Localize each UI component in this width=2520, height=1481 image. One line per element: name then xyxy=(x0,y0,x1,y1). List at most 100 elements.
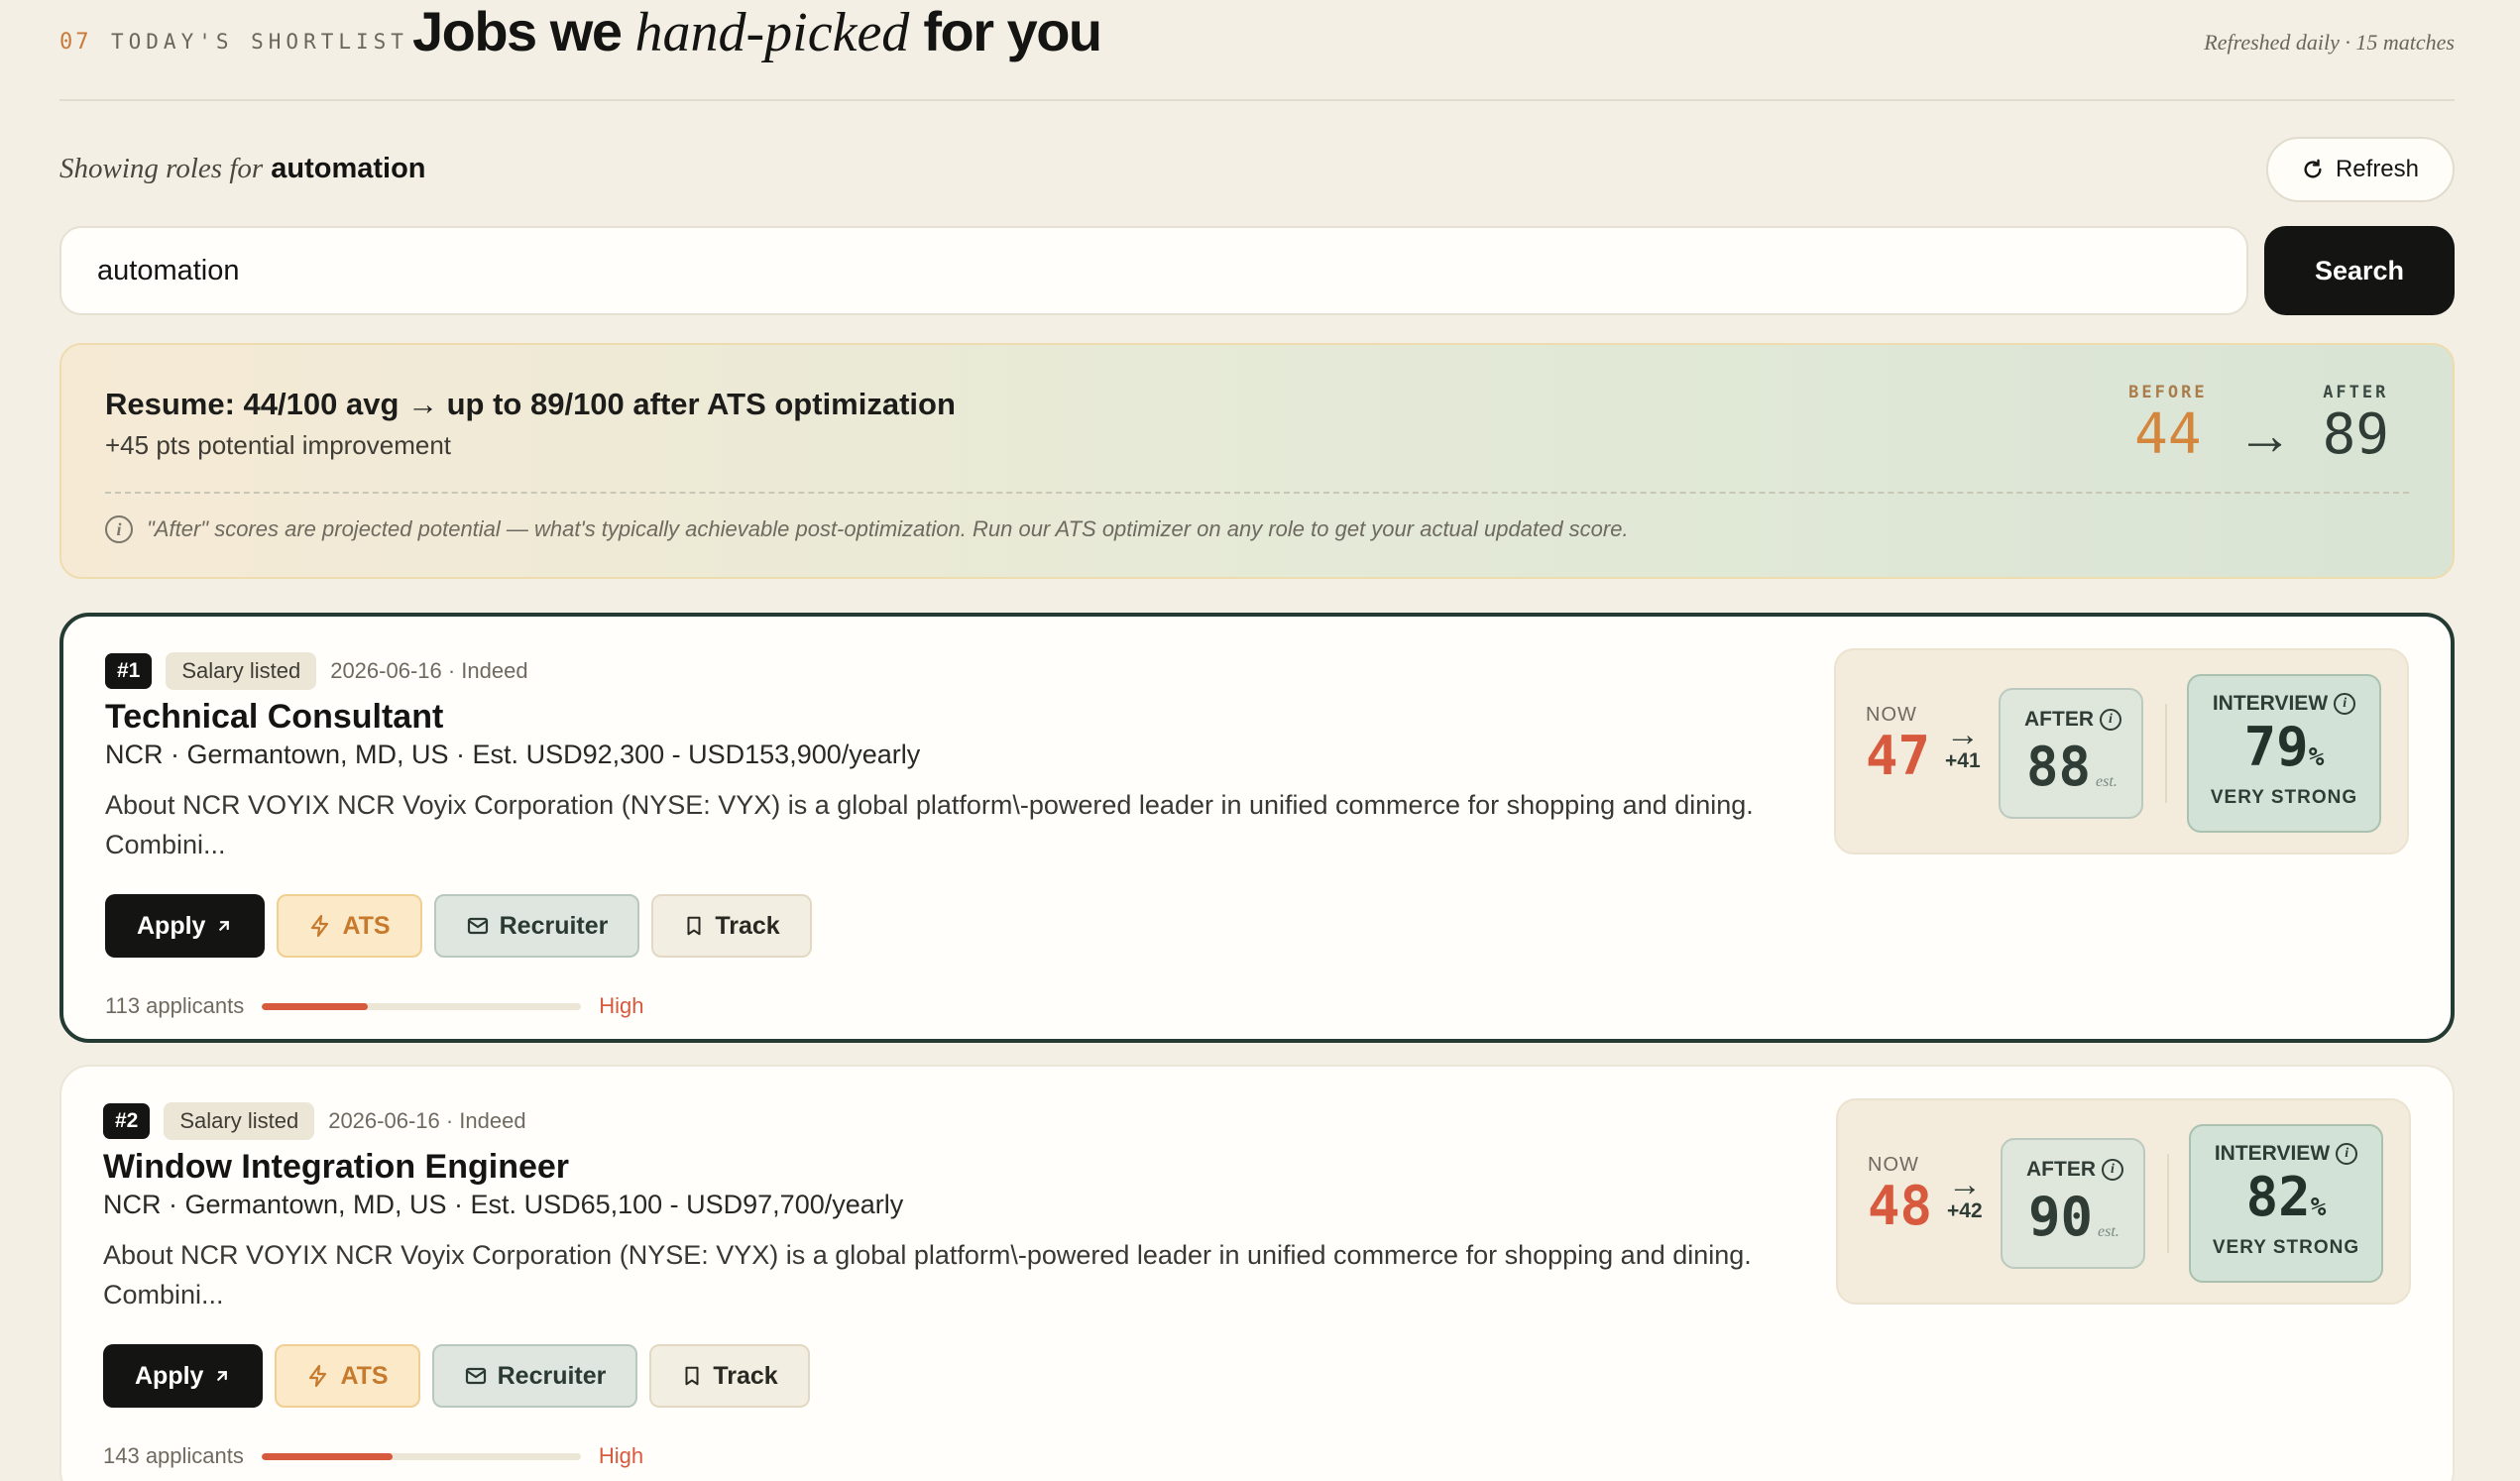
job-card[interactable]: #1 Salary listed 2026-06-16 · Indeed Tec… xyxy=(59,613,2455,1043)
posted-source: 2026-06-16 · Indeed xyxy=(330,658,528,683)
ats-button[interactable]: ATS xyxy=(275,1344,420,1408)
job-company-location-salary: NCR · Germantown, MD, US · Est. USD65,10… xyxy=(103,1190,904,1219)
track-label: Track xyxy=(715,911,780,940)
competition-bar-fill xyxy=(261,1452,393,1460)
query-term: automation xyxy=(271,153,426,184)
recruiter-button[interactable]: Recruiter xyxy=(431,1344,638,1408)
track-button[interactable]: Track xyxy=(651,894,812,958)
refresh-status: Refreshed daily · 15 matches xyxy=(2204,30,2455,55)
query-summary: Showing roles for automation xyxy=(59,153,426,185)
applicant-count: 143 applicants xyxy=(103,1443,244,1468)
estimate-label: est. xyxy=(2098,1223,2119,1240)
before-after-scores: BEFORE 44 → AFTER 89 xyxy=(2128,383,2389,466)
applicant-competition: 113 applicants High xyxy=(105,993,644,1019)
delta-value: +41 xyxy=(1945,749,1981,772)
bookmark-icon xyxy=(687,916,701,936)
apply-button[interactable]: Apply xyxy=(103,1344,264,1408)
interview-chance-box: INTERVIEW i 79% VERY STRONG xyxy=(2187,674,2381,833)
rank-badge: #1 xyxy=(105,653,153,689)
info-icon[interactable]: i xyxy=(2100,709,2121,731)
score-delta: → +42 xyxy=(1947,1166,1983,1223)
mail-icon xyxy=(465,1367,486,1385)
resume-score-title: Resume: 44/100 avg → up to 89/100 after … xyxy=(105,387,956,421)
track-button[interactable]: Track xyxy=(649,1344,810,1408)
arrow-right-icon: → xyxy=(1945,716,1980,753)
job-meta: #1 Salary listed 2026-06-16 · Indeed xyxy=(105,652,528,690)
divider xyxy=(2165,704,2167,803)
projection-note: i "After" scores are projected potential… xyxy=(105,515,1629,543)
search-input[interactable] xyxy=(59,226,2248,315)
track-label: Track xyxy=(713,1361,778,1390)
job-card[interactable]: #2 Salary listed 2026-06-16 · Indeed Win… xyxy=(59,1065,2455,1481)
ats-label: ATS xyxy=(340,1361,389,1390)
competition-bar xyxy=(261,1452,581,1460)
competition-level: High xyxy=(598,1443,644,1468)
info-icon[interactable]: i xyxy=(2334,693,2356,715)
before-score: 44 xyxy=(2134,402,2202,467)
interview-strength: VERY STRONG xyxy=(2210,787,2358,808)
now-score: NOW 48 xyxy=(1868,1154,1932,1236)
recruiter-label: Recruiter xyxy=(497,1361,607,1390)
applicant-competition: 143 applicants High xyxy=(103,1443,643,1469)
salary-badge: Salary listed xyxy=(164,1102,315,1140)
job-company-location-salary: NCR · Germantown, MD, US · Est. USD92,30… xyxy=(105,740,921,769)
external-link-icon xyxy=(217,1371,228,1381)
section-number: 07 xyxy=(59,30,92,55)
apply-label: Apply xyxy=(137,911,206,940)
info-icon[interactable]: i xyxy=(2102,1159,2123,1181)
divider xyxy=(2167,1154,2169,1253)
job-title[interactable]: Technical Consultant xyxy=(105,698,443,737)
job-title[interactable]: Window Integration Engineer xyxy=(103,1148,569,1187)
salary-badge: Salary listed xyxy=(166,652,317,690)
refresh-icon xyxy=(2304,159,2322,178)
bookmark-icon xyxy=(685,1366,699,1386)
apply-button[interactable]: Apply xyxy=(105,894,266,958)
job-description: About NCR VOYIX NCR Voyix Corporation (N… xyxy=(105,790,1754,859)
now-value: 47 xyxy=(1866,725,1931,787)
divider xyxy=(105,492,2409,494)
recruiter-label: Recruiter xyxy=(499,911,609,940)
before-label: BEFORE xyxy=(2128,383,2208,402)
interview-label: INTERVIEW i xyxy=(2213,692,2356,716)
score-delta: → +41 xyxy=(1945,716,1981,773)
external-link-icon xyxy=(219,921,230,931)
after-value: 88 xyxy=(2026,736,2092,798)
match-score-panel: NOW 48 → +42 AFTER i 90 est. INTERVIEW i 8… xyxy=(1836,1098,2411,1305)
section-tag: TODAY'S SHORTLIST xyxy=(111,30,408,54)
estimate-label: est. xyxy=(2096,773,2118,790)
ats-label: ATS xyxy=(342,911,391,940)
recruiter-button[interactable]: Recruiter xyxy=(433,894,640,958)
ats-button[interactable]: ATS xyxy=(277,894,422,958)
applicant-count: 113 applicants xyxy=(105,993,245,1018)
delta-value: +42 xyxy=(1947,1199,1983,1222)
job-description: About NCR VOYIX NCR Voyix Corporation (N… xyxy=(103,1240,1752,1310)
job-actions: Apply ATS Recruiter Track xyxy=(103,1344,810,1408)
interview-strength: VERY STRONG xyxy=(2212,1237,2360,1258)
apply-label: Apply xyxy=(135,1361,204,1390)
title-accent: hand-picked xyxy=(634,2,910,63)
resume-score-banner: Resume: 44/100 avg → up to 89/100 after … xyxy=(59,343,2455,579)
rank-badge: #2 xyxy=(103,1103,151,1139)
posted-source: 2026-06-16 · Indeed xyxy=(328,1108,526,1133)
match-score-panel: NOW 47 → +41 AFTER i 88 est. INTERVIEW i 7… xyxy=(1834,648,2409,854)
refresh-button[interactable]: Refresh xyxy=(2266,137,2455,202)
after-label: AFTER i xyxy=(2024,708,2121,732)
interview-chance-box: INTERVIEW i 82% VERY STRONG xyxy=(2189,1124,2383,1283)
info-icon[interactable]: i xyxy=(2336,1143,2358,1165)
after-score-box: AFTER i 88 est. xyxy=(1999,688,2143,819)
now-score: NOW 47 xyxy=(1866,704,1930,786)
after-value: 90 xyxy=(2028,1186,2094,1248)
competition-bar-fill xyxy=(262,1002,368,1010)
job-meta: #2 Salary listed 2026-06-16 · Indeed xyxy=(103,1102,526,1140)
lightning-icon xyxy=(309,1364,327,1388)
competition-level: High xyxy=(599,993,644,1018)
interview-label: INTERVIEW i xyxy=(2215,1142,2358,1166)
page-header: 07 TODAY'S SHORTLIST Jobs we hand-picked… xyxy=(59,0,2455,101)
search-button[interactable]: Search xyxy=(2264,226,2455,315)
interview-value: 82% xyxy=(2245,1166,2327,1228)
arrow-right-icon: → xyxy=(1947,1166,1982,1203)
page-title: Jobs we hand-picked for you xyxy=(412,0,1102,64)
resume-improvement: +45 pts potential improvement xyxy=(105,430,452,460)
now-label: NOW xyxy=(1868,1154,1919,1176)
title-post: for you xyxy=(923,0,1102,62)
